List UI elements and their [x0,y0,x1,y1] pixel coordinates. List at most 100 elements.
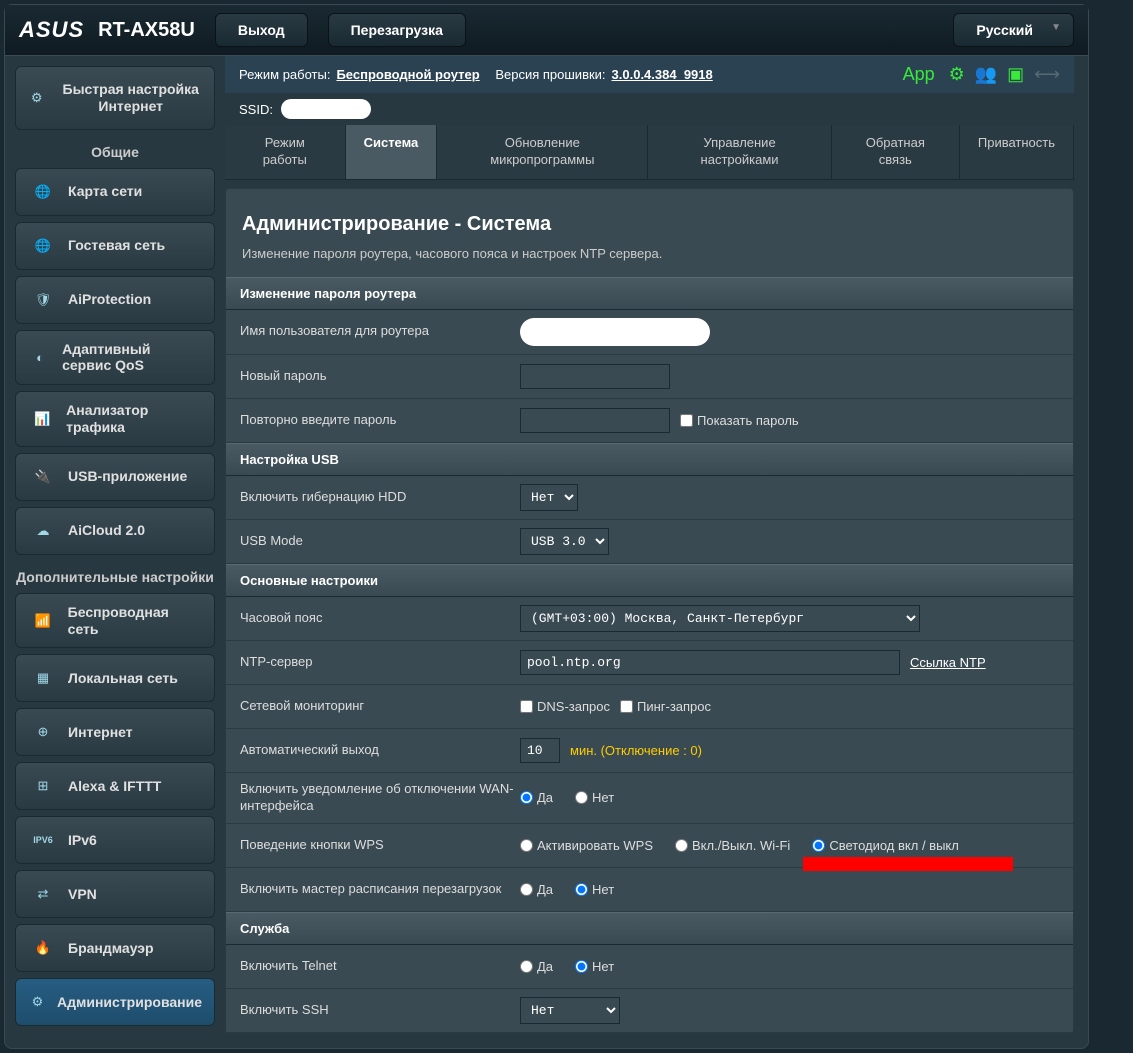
logout-button[interactable]: Выход [215,13,308,47]
timezone-select[interactable]: (GMT+03:00) Москва, Санкт-Петербург [520,605,920,632]
sidebar-item-vpn[interactable]: ⇄VPN [15,870,215,918]
sidebar-item-aicloud[interactable]: ☁AiCloud 2.0 [15,507,215,555]
show-password-checkbox[interactable] [680,414,693,427]
sidebar-header-advanced: Дополнительные настройки [15,561,215,593]
sidebar-item-alexa-ifttt[interactable]: ⊞Alexa & IFTTT [15,762,215,810]
telnet-yes-radio[interactable] [520,960,533,973]
username-label: Имя пользователя для роутера [240,323,520,340]
gear-icon: ⚙ [28,989,47,1015]
op-mode-label: Режим работы: [239,67,330,82]
tab-operation-mode[interactable]: Режим работы [225,125,346,179]
sidebar-item-qos[interactable]: ◐Адаптивный сервис QoS [15,330,215,386]
dns-query-checkbox[interactable] [520,700,533,713]
lan-icon: ▦ [28,665,58,691]
usb-mode-label: USB Mode [240,533,520,550]
ping-query-checkbox[interactable] [620,700,633,713]
tab-privacy[interactable]: Приватность [960,125,1074,179]
wan-notify-no-radio[interactable] [575,791,588,804]
reboot-sched-no-radio[interactable] [575,883,588,896]
globe-icon: 🌐 [28,179,58,205]
retype-password-input[interactable] [520,408,670,433]
wan-notify-label: Включить уведомление об отключении WAN-и… [240,781,520,815]
ssh-select[interactable]: Нет [520,997,620,1024]
quick-setup-button[interactable]: ⚙ Быстрая настройка Интернет [15,66,215,130]
usb-status-icon[interactable]: ⟷ [1034,64,1060,85]
wifi-icon: 📶 [28,608,58,634]
ssh-label: Включить SSH [240,1002,520,1019]
tab-feedback[interactable]: Обратная связь [832,125,960,179]
username-value-redacted [520,318,710,346]
reboot-button[interactable]: Перезагрузка [328,13,466,47]
sidebar-item-usb-app[interactable]: 🔌USB-приложение [15,453,215,501]
timezone-label: Часовой пояс [240,610,520,627]
wps-wifi-toggle-radio[interactable] [675,839,688,852]
sidebar-header-general: Общие [15,136,215,168]
auto-logout-hint: мин. (Отключение : 0) [570,743,702,758]
app-label: App [903,64,935,85]
sidebar-item-guest-network[interactable]: 🌐Гостевая сеть [15,222,215,270]
ntp-input[interactable] [520,650,900,675]
sidebar-item-ipv6[interactable]: IPV6IPv6 [15,816,215,864]
language-select[interactable]: Русский [953,13,1074,47]
sidebar-item-traffic-analyzer[interactable]: 📊Анализатор трафика [15,391,215,447]
auto-logout-label: Автоматический выход [240,742,520,759]
globe-icon: 🌐 [28,233,58,259]
ntp-link[interactable]: Ссылка NTP [910,655,986,670]
sidebar-item-wan[interactable]: ⊕Интернет [15,708,215,756]
page-title: Администрирование - Система [226,189,1073,246]
tab-restore-save[interactable]: Управление настройками [648,125,831,179]
wan-status-icon[interactable]: ▣ [1007,64,1024,85]
sidebar-item-network-map[interactable]: 🌐Карта сети [15,168,215,216]
usb-mode-select[interactable]: USB 3.0 [520,528,609,555]
sidebar-item-lan[interactable]: ▦Локальная сеть [15,654,215,702]
wan-notify-yes-radio[interactable] [520,791,533,804]
chart-icon: 📊 [28,406,56,432]
section-service: Служба [226,912,1073,945]
retype-password-label: Повторно введите пароль [240,412,520,429]
ipv6-icon: IPV6 [28,827,58,853]
clients-icon[interactable]: 👥 [975,64,997,85]
flame-icon: 🔥 [28,935,58,961]
voice-icon: ⊞ [28,773,58,799]
fw-label: Версия прошивки: [495,67,605,82]
gear-status-icon[interactable]: ⚙ [949,64,965,85]
sidebar-item-wireless[interactable]: 📶Беспроводная сеть [15,593,215,649]
model-name: RT-AX58U [98,19,195,42]
ssid-value-redacted [281,99,371,119]
network-monitoring-label: Сетевой мониторинг [240,698,520,715]
cloud-icon: ☁ [28,518,58,544]
shield-icon: 🛡 [28,287,58,313]
internet-icon: ⊕ [28,719,58,745]
new-password-label: Новый пароль [240,368,520,385]
telnet-no-radio[interactable] [575,960,588,973]
hdd-hibernation-select[interactable]: Нет [520,484,578,511]
vpn-icon: ⇄ [28,881,58,907]
wrench-icon: ⚙ [26,85,47,111]
sidebar-item-firewall[interactable]: 🔥Брандмауэр [15,924,215,972]
tab-firmware-upgrade[interactable]: Обновление микропрограммы [437,125,648,179]
sidebar-item-administration[interactable]: ⚙Администрирование [15,978,215,1026]
ntp-label: NTP-сервер [240,654,520,671]
hdd-hibernation-label: Включить гибернацию HDD [240,489,520,506]
reboot-scheduler-label: Включить мастер расписания перезагрузок [240,881,520,898]
ssid-label: SSID: [239,102,273,117]
section-usb: Настройка USB [226,443,1073,476]
tab-system[interactable]: Система [346,125,438,179]
wps-led-radio[interactable] [812,839,825,852]
quick-setup-label: Быстрая настройка Интернет [57,81,204,115]
brand-logo: ASUS [19,17,84,43]
section-basic: Основные настроики [226,564,1073,597]
wps-button-label: Поведение кнопки WPS [240,837,520,854]
reboot-sched-yes-radio[interactable] [520,883,533,896]
annotation-highlight [803,857,1013,871]
fw-link[interactable]: 3.0.0.4.384_9918 [612,67,713,82]
telnet-label: Включить Telnet [240,958,520,975]
new-password-input[interactable] [520,364,670,389]
wps-activate-radio[interactable] [520,839,533,852]
op-mode-link[interactable]: Беспроводной роутер [336,67,479,82]
section-password: Изменение пароля роутера [226,277,1073,310]
gauge-icon: ◐ [28,344,52,370]
sidebar-item-aiprotection[interactable]: 🛡AiProtection [15,276,215,324]
usb-icon: 🔌 [28,464,58,490]
auto-logout-input[interactable] [520,738,560,763]
